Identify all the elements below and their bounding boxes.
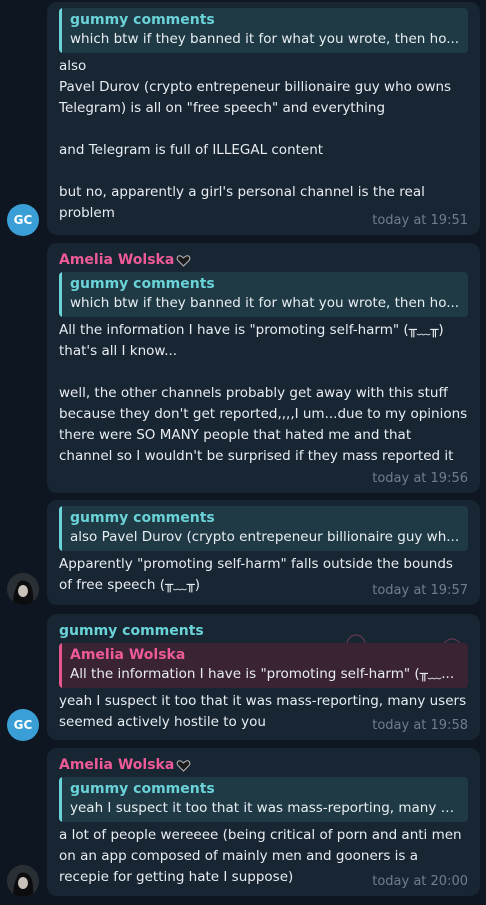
reply-preview[interactable]: Amelia Wolska All the information I have… (59, 643, 468, 688)
reply-sender: gummy comments (70, 510, 215, 526)
sender-name[interactable]: Amelia Wolska (59, 251, 174, 270)
reply-sender: gummy comments (70, 12, 215, 28)
message-paragraph: well, the other channels probably get aw… (59, 385, 468, 464)
reply-text: which btw if they banned it for what you… (70, 31, 460, 47)
message-text: also Pavel Durov (crypto entrepeneur bil… (59, 56, 468, 224)
reply-preview[interactable]: gummy comments which btw if they banned … (59, 272, 468, 317)
message-bubble[interactable]: Amelia Wolska gummy comments yeah I susp… (47, 748, 480, 896)
avatar[interactable]: GC (7, 204, 39, 236)
reply-text: also Pavel Durov (crypto entrepeneur bil… (70, 529, 460, 545)
message-paragraph: also Pavel Durov (crypto entrepeneur bil… (59, 58, 452, 116)
reply-sender: gummy comments (70, 276, 215, 292)
message-bubble[interactable]: gummy comments Amelia Wolska All the inf… (47, 614, 480, 740)
avatar[interactable] (7, 573, 39, 605)
message-timestamp: today at 19:57 (372, 583, 468, 598)
heart-badge-icon (176, 758, 191, 773)
avatar-initials: GC (13, 718, 33, 732)
message-bubble[interactable]: gummy comments also Pavel Durov (crypto … (47, 500, 480, 605)
reply-text: yeah I suspect it too that it was mass-r… (70, 800, 460, 816)
message-timestamp: today at 19:51 (372, 213, 468, 228)
avatar[interactable] (7, 865, 39, 897)
sender-name-row[interactable]: Amelia Wolska (59, 251, 468, 270)
message-text: All the information I have is "promoting… (59, 320, 468, 467)
message-timestamp: today at 19:56 (372, 471, 468, 486)
reply-text: All the information I have is "promoting… (70, 666, 455, 682)
message-bubble[interactable]: gummy comments which btw if they banned … (47, 2, 480, 235)
message-bubble[interactable]: Amelia Wolska gummy comments which btw i… (47, 243, 480, 493)
reply-sender: gummy comments (70, 781, 215, 797)
message-paragraph: All the information I have is "promoting… (59, 322, 444, 359)
sender-name-row[interactable]: Amelia Wolska (59, 756, 468, 775)
sender-name[interactable]: Amelia Wolska (59, 756, 174, 775)
reply-preview[interactable]: gummy comments yeah I suspect it too tha… (59, 777, 468, 822)
reply-preview[interactable]: gummy comments also Pavel Durov (crypto … (59, 506, 468, 551)
avatar[interactable]: GC (7, 709, 39, 741)
message-timestamp: today at 20:00 (372, 874, 468, 889)
reply-sender: Amelia Wolska (70, 647, 186, 663)
message-timestamp: today at 19:58 (372, 718, 468, 733)
reply-preview[interactable]: gummy comments which btw if they banned … (59, 8, 468, 53)
avatar-initials: GC (13, 213, 33, 227)
heart-badge-icon (176, 253, 191, 268)
reply-text: which btw if they banned it for what you… (70, 295, 460, 311)
message-paragraph: and Telegram is full of ILLEGAL content (59, 142, 324, 158)
